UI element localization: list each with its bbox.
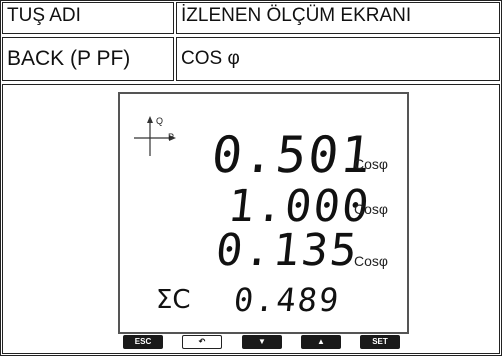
meter-button-row: ESC ↶ ▼ ▲ SET — [123, 335, 423, 351]
cos-phi-l1-value: 0.501 — [208, 126, 376, 184]
esc-button[interactable]: ESC — [123, 335, 163, 349]
device-image-cell: Q P 0.501 Cosφ 1.000 Cosφ 0.135 Cosφ ΣC … — [2, 84, 500, 354]
sum-symbol: ΣC — [156, 285, 191, 315]
axis-p-label: P — [168, 132, 175, 142]
cos-phi-l2-unit: Cosφ — [354, 201, 388, 217]
down-button[interactable]: ▼ — [242, 335, 282, 349]
header-screen-name: İZLENEN ÖLÇÜM EKRANI — [176, 2, 500, 34]
back-button[interactable]: ↶ — [182, 335, 222, 349]
cos-phi-sum-value: 0.489 — [232, 281, 343, 319]
row-screen-name: COS φ — [176, 37, 500, 81]
cos-phi-l1-unit: Cosφ — [354, 156, 388, 172]
cos-phi-l3-unit: Cosφ — [354, 253, 388, 269]
set-button[interactable]: SET — [360, 335, 400, 349]
row-key-name: BACK (P PF) — [2, 37, 174, 81]
cos-phi-l2-value: 1.000 — [225, 181, 374, 232]
up-button[interactable]: ▲ — [301, 335, 341, 349]
axis-q-label: Q — [156, 116, 164, 126]
meter-display: Q P 0.501 Cosφ 1.000 Cosφ 0.135 Cosφ ΣC … — [118, 92, 409, 334]
header-key-name: TUŞ ADI — [2, 2, 174, 34]
cos-phi-l3-value: 0.135 — [213, 225, 362, 276]
